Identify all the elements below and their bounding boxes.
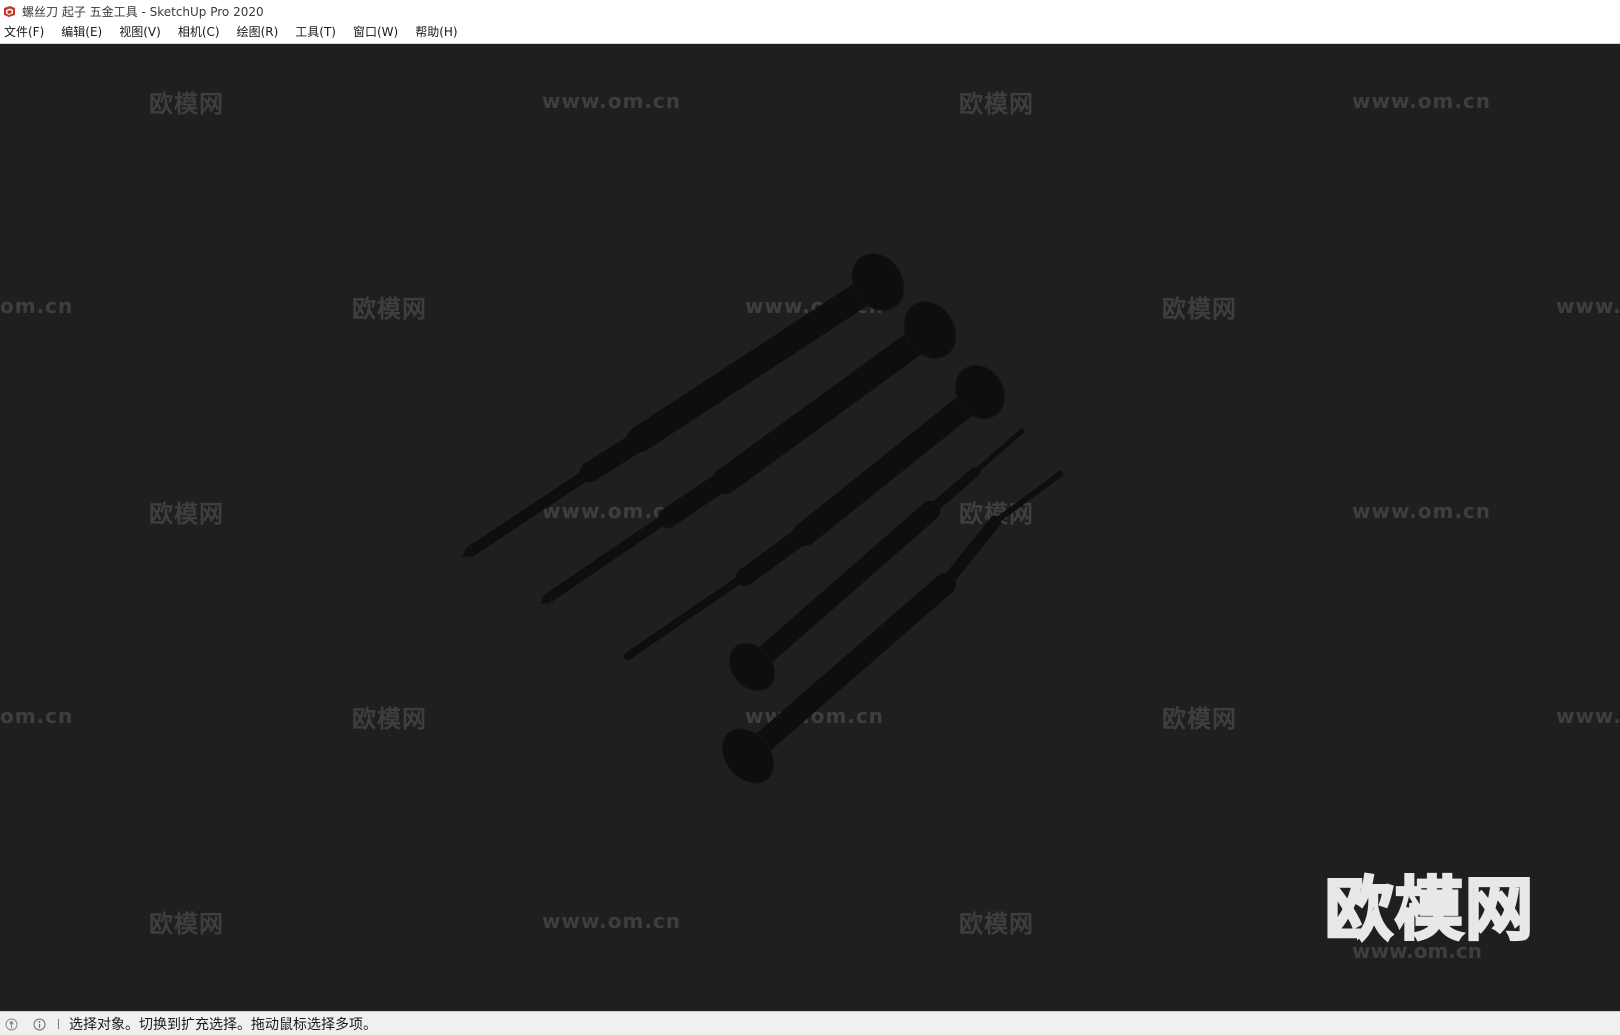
status-separator <box>58 1019 59 1029</box>
menu-window[interactable]: 窗口(W) <box>349 22 405 43</box>
geo-location-icon[interactable] <box>4 1017 18 1031</box>
title-bar: 螺丝刀 起子 五金工具 - SketchUp Pro 2020 <box>0 0 1620 22</box>
status-bar: 选择对象。切换到扩充选择。拖动鼠标选择多项。 <box>0 1011 1620 1035</box>
sketchup-window: 螺丝刀 起子 五金工具 - SketchUp Pro 2020 文件(F) 编辑… <box>0 0 1620 1035</box>
menu-tools[interactable]: 工具(T) <box>291 22 343 43</box>
menu-view[interactable]: 视图(V) <box>115 22 168 43</box>
menu-camera[interactable]: 相机(C) <box>174 22 227 43</box>
sketchup-logo-icon <box>2 4 16 18</box>
drawing-viewport[interactable]: 欧模网 www.om.cn 欧模网 www.om.cn om.cn 欧模网 ww… <box>0 44 1620 1011</box>
window-title: 螺丝刀 起子 五金工具 - SketchUp Pro 2020 <box>22 4 264 19</box>
menu-file[interactable]: 文件(F) <box>0 22 51 43</box>
menu-bar: 文件(F) 编辑(E) 视图(V) 相机(C) 绘图(R) 工具(T) 窗口(W… <box>0 22 1620 44</box>
menu-draw[interactable]: 绘图(R) <box>233 22 286 43</box>
info-icon[interactable] <box>32 1017 46 1031</box>
menu-help[interactable]: 帮助(H) <box>411 22 464 43</box>
watermark-url: www.om.cn <box>1352 939 1483 963</box>
screwdriver-5[interactable] <box>712 471 1063 793</box>
status-message: 选择对象。切换到扩充选择。拖动鼠标选择多项。 <box>69 1017 377 1033</box>
menu-edit[interactable]: 编辑(E) <box>57 22 109 43</box>
